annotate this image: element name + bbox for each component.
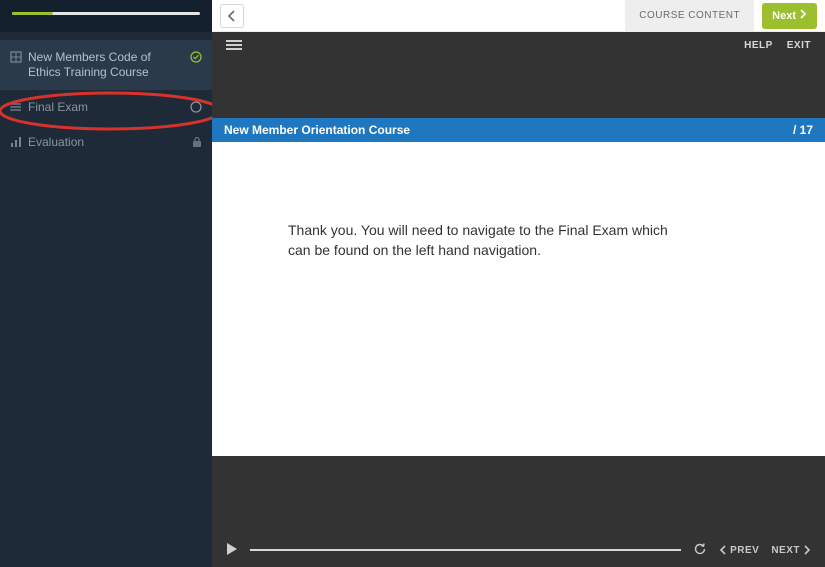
slide-body: Thank you. You will need to navigate to … (212, 142, 825, 456)
course-content-button[interactable]: COURSE CONTENT (625, 0, 754, 31)
sidebar-item-ethics-course[interactable]: New Members Code of Ethics Training Cour… (0, 40, 212, 90)
sidebar-item-final-exam[interactable]: Final Exam (0, 90, 212, 125)
help-link[interactable]: HELP (744, 40, 773, 51)
main-area: COURSE CONTENT Next HELP EXIT New Member… (212, 0, 825, 567)
menu-icon[interactable] (226, 38, 242, 52)
player: HELP EXIT New Member Orientation Course … (212, 32, 825, 567)
sidebar-item-label: New Members Code of Ethics Training Cour… (28, 50, 182, 80)
sidebar-item-evaluation[interactable]: Evaluation (0, 125, 212, 160)
seek-bar[interactable] (250, 549, 681, 551)
player-controls: PREV NEXT (212, 533, 825, 567)
sidebar-list: New Members Code of Ethics Training Cour… (0, 40, 212, 160)
next-slide-button[interactable]: NEXT (771, 545, 811, 556)
slide-body-text: Thank you. You will need to navigate to … (288, 220, 668, 260)
next-label: NEXT (771, 545, 800, 556)
slide-area: New Member Orientation Course / 17 Thank… (212, 58, 825, 533)
prev-label: PREV (730, 545, 759, 556)
page-indicator: / 17 (793, 123, 813, 137)
status-complete-icon (190, 51, 202, 66)
replay-button[interactable] (693, 542, 707, 559)
prev-slide-button[interactable]: PREV (719, 545, 759, 556)
back-button[interactable] (220, 4, 244, 28)
play-button[interactable] (226, 542, 238, 559)
top-bar: COURSE CONTENT Next (212, 0, 825, 32)
next-button-label: Next (772, 10, 796, 22)
exit-link[interactable]: EXIT (787, 40, 811, 51)
progress-bar (0, 0, 212, 32)
status-in-progress-icon (190, 101, 202, 116)
sidebar-item-label: Final Exam (28, 100, 182, 115)
slide-title: New Member Orientation Course (224, 123, 410, 137)
evaluation-icon (10, 136, 22, 151)
slide-title-bar: New Member Orientation Course / 17 (212, 118, 825, 142)
course-icon (10, 51, 22, 66)
sidebar-item-label: Evaluation (28, 135, 182, 150)
exam-icon (10, 101, 22, 116)
sidebar: New Members Code of Ethics Training Cour… (0, 0, 212, 567)
chevron-right-icon (800, 9, 807, 22)
status-locked-icon (192, 136, 202, 151)
next-button[interactable]: Next (762, 3, 817, 29)
player-header: HELP EXIT (212, 32, 825, 58)
